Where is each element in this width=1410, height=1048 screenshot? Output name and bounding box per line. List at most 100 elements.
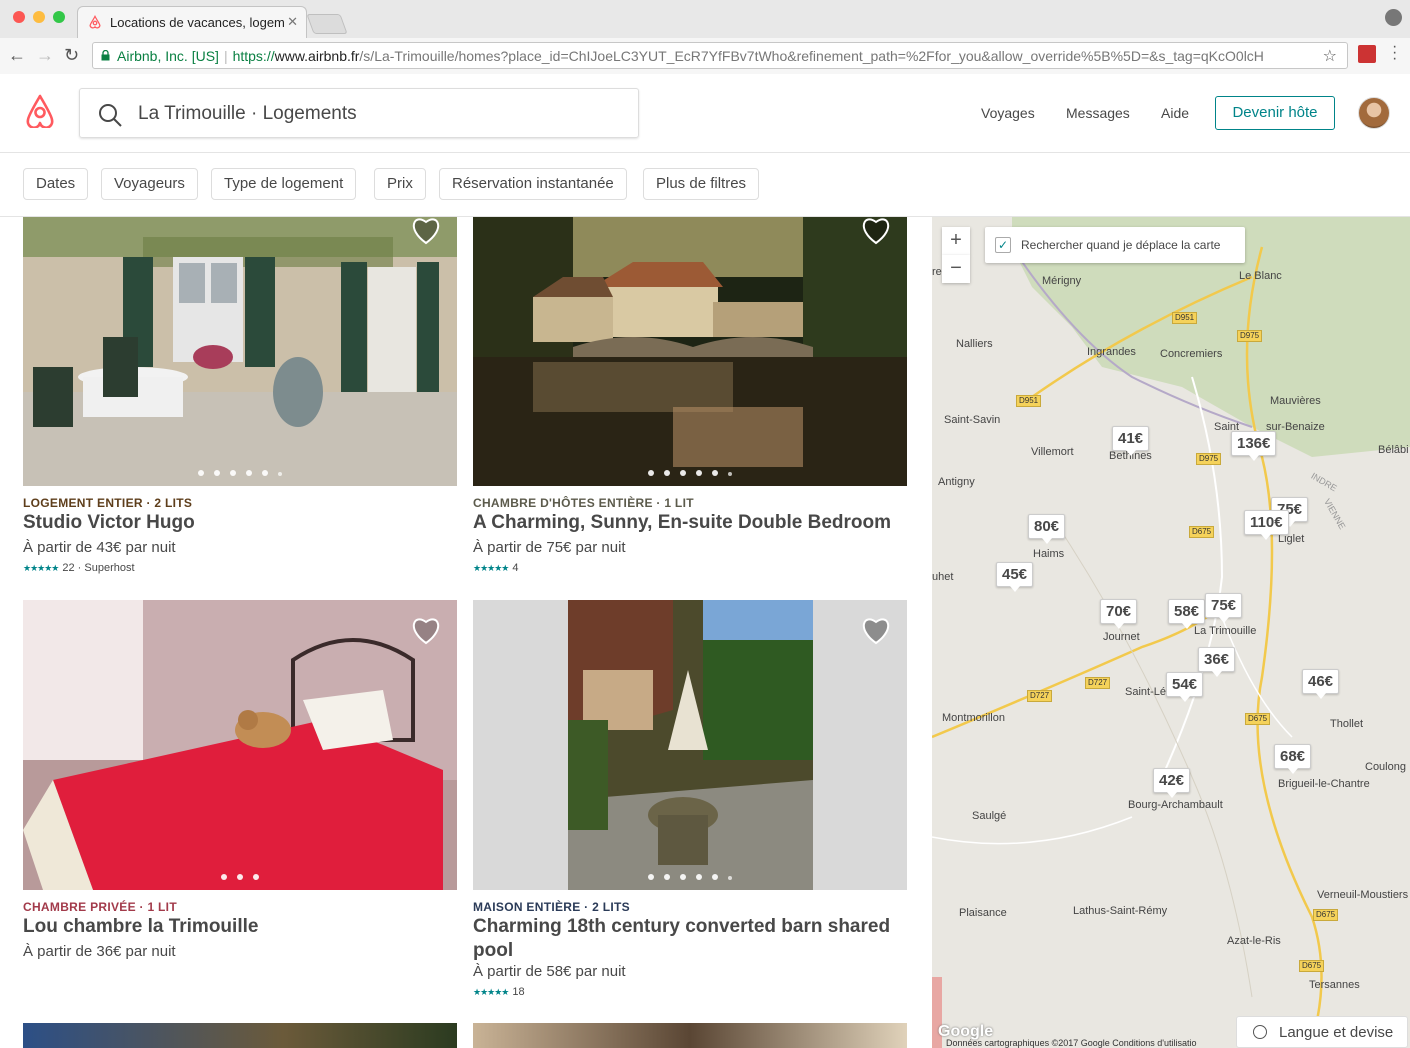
tab-title: Locations de vacances, logem [110, 15, 285, 30]
listing-photo[interactable] [473, 600, 907, 890]
listing-card[interactable]: CHAMBRE D'HÔTES ENTIÈRE · 1 LIT A Charmi… [473, 217, 907, 597]
photo-carousel-dots[interactable] [473, 874, 907, 880]
filter-dates[interactable]: Dates [23, 168, 89, 200]
filter-bar: Dates Voyageurs Type de logement Prix Ré… [0, 153, 1410, 217]
bookmark-star-icon[interactable]: ☆ [1323, 46, 1337, 66]
map-town-label: Saulgé [972, 810, 1007, 822]
reload-icon[interactable]: ↻ [64, 44, 79, 66]
nav-messages[interactable]: Messages [1066, 105, 1130, 121]
road-label: D951 [1016, 395, 1042, 407]
map-price-pin[interactable]: 75€ [1205, 593, 1243, 623]
listing-photo[interactable] [23, 1023, 457, 1048]
search-input[interactable]: La Trimouille · Logements [138, 103, 357, 125]
photo-carousel-dots[interactable] [473, 470, 907, 476]
listing-price: À partir de 75€ par nuit [473, 539, 626, 556]
filter-guests[interactable]: Voyageurs [101, 168, 198, 200]
map-price-pin[interactable]: 54€ [1166, 672, 1204, 702]
listing-grid: LOGEMENT ENTIER · 2 LITS Studio Victor H… [0, 217, 932, 1048]
map-town-label: Haims [1033, 548, 1065, 560]
heart-icon[interactable] [410, 217, 442, 245]
map-price-pin[interactable]: 36€ [1198, 647, 1236, 677]
heart-icon[interactable] [860, 615, 892, 645]
url-bar[interactable]: Airbnb, Inc. [US] | https://www.airbnb.fr/… [92, 42, 1348, 69]
minimize-window-icon[interactable] [33, 11, 45, 23]
listing-photo[interactable] [473, 1023, 907, 1048]
maximize-window-icon[interactable] [53, 11, 65, 23]
search-icon [99, 104, 122, 127]
map-town-label: La Trimouille [1194, 625, 1257, 637]
listing-rating: ★★★★★ 22 · Superhost [23, 562, 135, 574]
listing-photo[interactable] [23, 600, 457, 890]
listing-photo[interactable] [473, 217, 907, 486]
map-price-pin[interactable]: 41€ [1112, 426, 1150, 456]
avatar[interactable] [1358, 97, 1390, 129]
map-town-label: Mérigny [1042, 275, 1082, 287]
search-as-map-moves-toggle[interactable]: ✓ Rechercher quand je déplace la carte [985, 227, 1245, 263]
listing-title[interactable]: Lou chambre la Trimouille [23, 915, 453, 939]
listing-card[interactable]: CHAMBRE PRIVÉE · 1 LIT Lou chambre la Tr… [23, 600, 457, 1000]
checkbox-icon[interactable]: ✓ [995, 237, 1011, 253]
map[interactable]: + − ✓ Rechercher quand je déplace la car… [932, 217, 1410, 1048]
road-label: D727 [1085, 677, 1111, 689]
heart-icon[interactable] [860, 217, 892, 245]
close-tab-icon[interactable]: ✕ [287, 14, 298, 30]
airbnb-logo-icon[interactable] [24, 94, 56, 128]
filter-more[interactable]: Plus de filtres [643, 168, 760, 200]
listing-image [473, 600, 907, 890]
nav-help[interactable]: Aide [1161, 105, 1189, 121]
search-box[interactable]: La Trimouille · Logements [79, 88, 639, 138]
new-tab-button[interactable] [306, 14, 348, 34]
zoom-in-button[interactable]: + [942, 227, 970, 255]
road-label: D675 [1299, 960, 1325, 972]
nav-trips[interactable]: Voyages [981, 105, 1035, 121]
heart-icon[interactable] [410, 615, 442, 645]
map-price-pin[interactable]: 46€ [1302, 669, 1340, 699]
map-price-pin[interactable]: 80€ [1028, 514, 1066, 544]
map-price-pin[interactable]: 110€ [1244, 510, 1289, 540]
browser-tab[interactable]: Locations de vacances, logem ✕ [77, 6, 307, 38]
become-host-button[interactable]: Devenir hôte [1215, 96, 1335, 130]
listing-image [473, 217, 907, 486]
map-town-label: Concremiers [1160, 348, 1223, 360]
map-town-label: Azat-le-Ris [1227, 935, 1281, 947]
tab-bar: Locations de vacances, logem ✕ [0, 0, 1410, 38]
listing-title[interactable]: Studio Victor Hugo [23, 511, 453, 535]
close-window-icon[interactable] [13, 11, 25, 23]
listing-card[interactable]: MAISON ENTIÈRE · 2 LITS Charming 18th ce… [473, 600, 907, 1020]
listing-title[interactable]: A Charming, Sunny, En-suite Double Bedro… [473, 511, 903, 535]
map-price-pin[interactable]: 68€ [1274, 744, 1312, 774]
site-header: La Trimouille · Logements Voyages Messag… [0, 74, 1410, 153]
back-arrow-icon[interactable]: ← [8, 44, 26, 66]
listing-card[interactable]: LOGEMENT ENTIER · 2 LITS Studio Victor H… [23, 217, 457, 597]
browser-menu-icon[interactable]: · · · [1392, 39, 1397, 67]
listing-title[interactable]: Charming 18th century converted barn sha… [473, 915, 903, 963]
star-rating-icon: ★★★★★ [473, 563, 509, 573]
filter-instant-book[interactable]: Réservation instantanée [439, 168, 627, 200]
map-price-pin[interactable]: 58€ [1168, 599, 1206, 629]
review-count: 22 [62, 562, 75, 574]
language-currency-button[interactable]: Langue et devise [1236, 1016, 1408, 1048]
listing-image [23, 217, 457, 486]
photo-carousel-dots[interactable] [23, 470, 457, 476]
road-label: D975 [1196, 453, 1222, 465]
forward-arrow-icon[interactable]: → [36, 44, 54, 66]
map-price-pin[interactable]: 70€ [1100, 599, 1138, 629]
map-price-pin[interactable]: 136€ [1231, 431, 1277, 461]
map-price-pin[interactable]: 45€ [996, 562, 1034, 592]
filter-price[interactable]: Prix [374, 168, 426, 200]
map-town-label: Le Blanc [1239, 270, 1282, 282]
zoom-out-button[interactable]: − [942, 255, 970, 283]
extension-icon[interactable] [1358, 45, 1376, 63]
lock-icon [101, 50, 110, 61]
profile-icon[interactable] [1385, 9, 1402, 26]
map-price-pin[interactable]: 42€ [1153, 768, 1191, 798]
photo-carousel-dots[interactable] [23, 874, 457, 880]
filter-home-type[interactable]: Type de logement [211, 168, 357, 200]
listing-card[interactable] [473, 1023, 907, 1048]
globe-icon [1253, 1025, 1267, 1039]
map-town-label: Plaisance [959, 907, 1007, 919]
listing-card[interactable] [23, 1023, 457, 1048]
listing-photo[interactable] [23, 217, 457, 486]
map-town-label: Brigueil-le-Chantre [1278, 778, 1370, 790]
road-label: D675 [1245, 713, 1271, 725]
